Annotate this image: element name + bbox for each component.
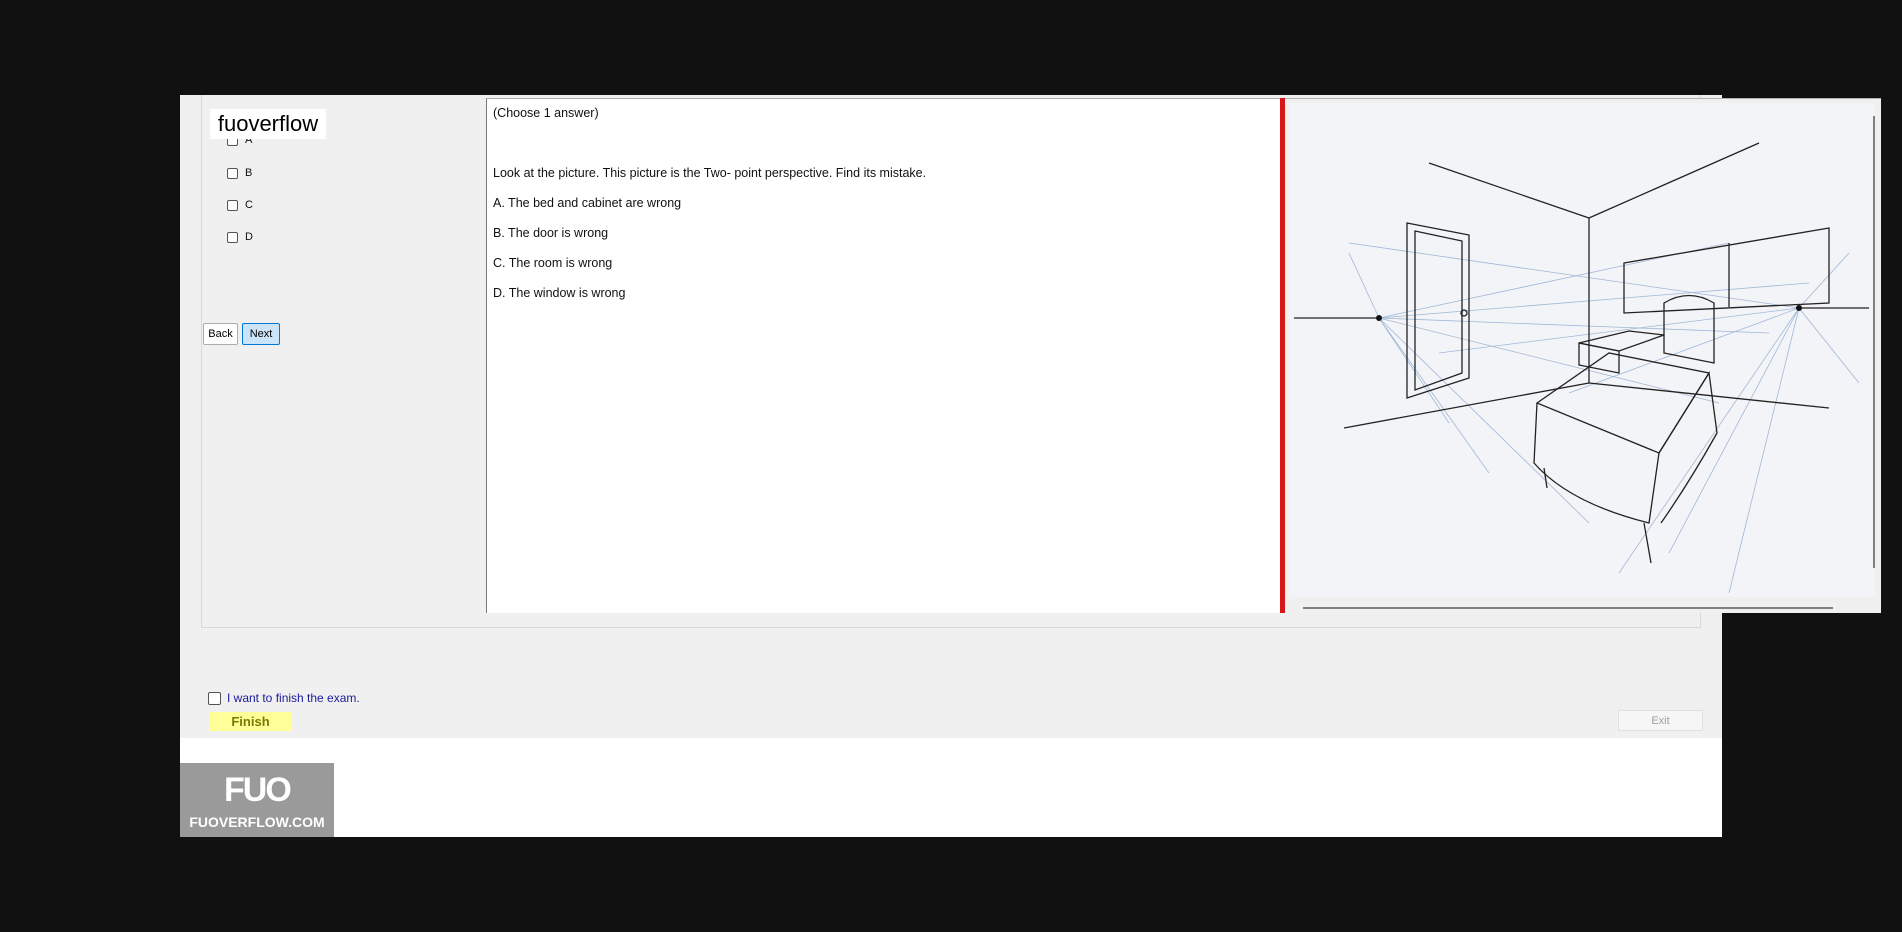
choice-b: B. The door is wrong bbox=[493, 226, 609, 240]
image-vertical-scrollbar[interactable] bbox=[1873, 116, 1875, 568]
option-c-checkbox[interactable] bbox=[227, 199, 238, 211]
logo-mark: FUO bbox=[224, 771, 292, 809]
question-image-panel bbox=[1285, 98, 1881, 613]
choice-c: C. The room is wrong bbox=[493, 256, 613, 270]
bottom-strip bbox=[180, 738, 1722, 837]
option-b[interactable]: B bbox=[227, 165, 252, 181]
option-d-checkbox[interactable] bbox=[227, 231, 238, 243]
finish-confirm-label: I want to finish the exam. bbox=[227, 691, 360, 705]
next-button[interactable]: Next bbox=[242, 323, 280, 345]
finish-button[interactable]: Finish bbox=[209, 712, 292, 731]
exam-group-box: A B C D Back Next fuoverflow (Choose 1 a… bbox=[201, 95, 1881, 628]
perspective-sketch-image bbox=[1289, 103, 1875, 597]
question-panel: (Choose 1 answer) Look at the picture. T… bbox=[486, 98, 1280, 613]
exit-button[interactable]: Exit bbox=[1618, 710, 1703, 731]
option-d-label: D bbox=[245, 231, 253, 243]
choice-d: D. The window is wrong bbox=[493, 286, 626, 300]
option-d[interactable]: D bbox=[227, 229, 253, 245]
choice-a: A. The bed and cabinet are wrong bbox=[493, 196, 682, 210]
question-text: Look at the picture. This picture is the… bbox=[493, 166, 927, 180]
exam-window: A B C D Back Next fuoverflow (Choose 1 a… bbox=[180, 95, 1881, 837]
option-b-label: B bbox=[245, 167, 253, 179]
logo-site-text: FUOVERFLOW.COM bbox=[189, 814, 325, 830]
finish-confirm-checkbox[interactable] bbox=[208, 691, 221, 705]
fuoverflow-logo: FUO FUOVERFLOW.COM bbox=[180, 763, 334, 837]
answer-options-panel: A B C D Back Next bbox=[202, 95, 287, 613]
question-instruction: (Choose 1 answer) bbox=[493, 106, 599, 120]
image-horizontal-scrollbar[interactable] bbox=[1303, 607, 1833, 609]
bedroom-sketch-drawing bbox=[1289, 103, 1875, 597]
back-button[interactable]: Back bbox=[203, 323, 238, 345]
option-c[interactable]: C bbox=[227, 197, 253, 213]
option-c-label: C bbox=[245, 199, 253, 211]
watermark: fuoverflow bbox=[210, 109, 326, 139]
finish-confirm[interactable]: I want to finish the exam. bbox=[208, 691, 360, 705]
option-b-checkbox[interactable] bbox=[227, 167, 238, 179]
